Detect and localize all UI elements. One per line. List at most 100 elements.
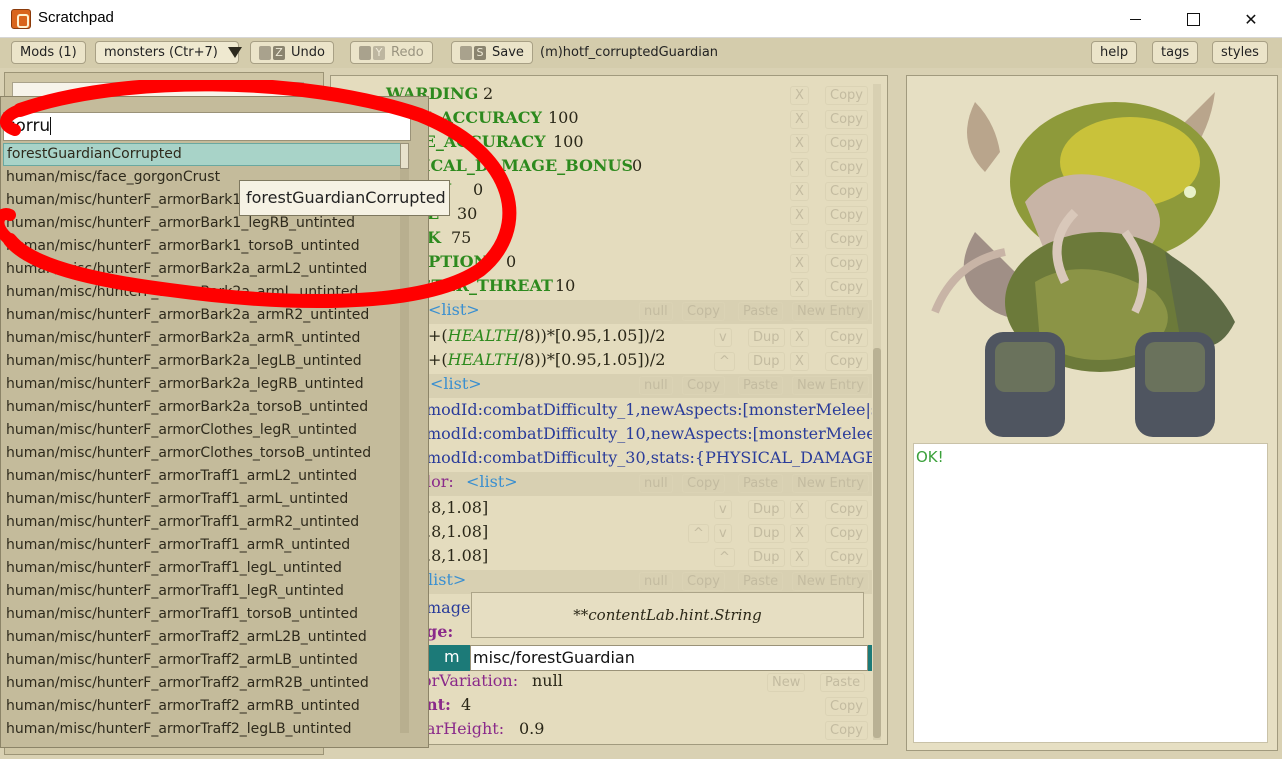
mod-text[interactable]: modId:combatDifficulty_10,newAspects:[mo… (426, 424, 872, 443)
copy-button[interactable]: Copy (682, 474, 725, 493)
entry-picker-item[interactable]: human/misc/hunterF_armorTraff2_armR2B_un… (3, 672, 401, 695)
color-value[interactable]: .8,1.08] (426, 498, 488, 517)
copy-button[interactable]: Copy (825, 524, 868, 543)
delete-button[interactable]: X (790, 254, 809, 273)
duplicate-button[interactable]: Dup (748, 352, 785, 371)
copy-button[interactable]: Copy (825, 86, 868, 105)
maximize-button[interactable] (1164, 0, 1222, 38)
stat-value[interactable]: 30 (457, 204, 477, 223)
copy-button[interactable]: Copy (682, 302, 725, 321)
copy-button[interactable]: Copy (825, 254, 868, 273)
redo-button[interactable]: Y Redo (350, 41, 433, 64)
move-up-button[interactable]: ^ (714, 548, 735, 567)
null-button[interactable]: null (639, 474, 673, 493)
entry-picker-item[interactable]: human/misc/hunterF_armorTraff1_armR2_unt… (3, 511, 401, 534)
new-button[interactable]: New (767, 673, 806, 692)
null-button[interactable]: null (639, 572, 673, 591)
delete-button[interactable]: X (790, 86, 809, 105)
entry-picker-item[interactable]: human/misc/hunterF_armorTraff1_legL_unti… (3, 557, 401, 580)
entry-picker-item[interactable]: human/misc/hunterF_armorBark1_torsoB_unt… (3, 235, 401, 258)
null-button[interactable]: null (639, 302, 673, 321)
stat-value[interactable]: 2 (483, 84, 493, 103)
copy-button[interactable]: Copy (825, 721, 868, 740)
stat-value[interactable]: 0 (506, 252, 516, 271)
stat-value[interactable]: 100 (548, 108, 579, 127)
copy-button[interactable]: Copy (825, 352, 868, 371)
entry-picker-list[interactable]: forestGuardianCorrupted human/misc/face_g… (3, 143, 401, 738)
copy-button[interactable]: Copy (825, 110, 868, 129)
copy-button[interactable]: Copy (825, 134, 868, 153)
null-button[interactable]: null (639, 376, 673, 395)
delete-button[interactable]: X (790, 548, 809, 567)
entry-picker-item[interactable]: human/misc/hunterF_armorTraff2_armL2B_un… (3, 626, 401, 649)
copy-button[interactable]: Copy (825, 328, 868, 347)
close-button[interactable]: ✕ (1222, 0, 1280, 38)
new-entry-button[interactable]: New Entry (792, 302, 870, 321)
editor-scrollbar-thumb[interactable] (873, 348, 881, 738)
entry-picker-item[interactable]: human/misc/hunterF_armorBark2a_armR_unti… (3, 327, 401, 350)
delete-button[interactable]: X (790, 352, 809, 371)
color-variation-value[interactable]: null (532, 671, 563, 690)
duplicate-button[interactable]: Dup (748, 328, 785, 347)
paste-button[interactable]: Paste (820, 673, 866, 692)
styles-button[interactable]: styles (1212, 41, 1268, 64)
entry-picker-item[interactable]: forestGuardianCorrupted (3, 143, 401, 166)
copy-button[interactable]: Copy (682, 376, 725, 395)
tags-button[interactable]: tags (1152, 41, 1199, 64)
duplicate-button[interactable]: Dup (748, 500, 785, 519)
stat-value[interactable]: 10 (555, 276, 575, 295)
stat-value[interactable]: 0 (632, 156, 642, 175)
entry-picker-search[interactable]: corru (3, 112, 411, 141)
copy-button[interactable]: Copy (825, 206, 868, 225)
paste-button[interactable]: Paste (738, 302, 784, 321)
entry-picker-scrollbar-thumb[interactable] (400, 143, 409, 169)
delete-button[interactable]: X (790, 230, 809, 249)
copy-button[interactable]: Copy (825, 182, 868, 201)
entry-picker-item[interactable]: human/misc/hunterF_armorBark2a_legRB_unt… (3, 373, 401, 396)
paste-button[interactable]: Paste (738, 474, 784, 493)
image-path-input[interactable]: misc/forestGuardian (470, 645, 868, 671)
entry-picker-item[interactable]: human/misc/hunterF_armorTraff1_torsoB_un… (3, 603, 401, 626)
delete-button[interactable]: X (790, 182, 809, 201)
delete-button[interactable]: X (790, 500, 809, 519)
delete-button[interactable]: X (790, 328, 809, 347)
copy-button[interactable]: Copy (825, 697, 868, 716)
move-down-button[interactable]: v (714, 524, 732, 543)
stat-value[interactable]: 75 (451, 228, 471, 247)
color-value[interactable]: .8,1.08] (426, 546, 488, 565)
entry-picker-item[interactable]: human/misc/hunterF_armorBark2a_armL_unti… (3, 281, 401, 304)
delete-button[interactable]: X (790, 134, 809, 153)
nt-value[interactable]: 4 (461, 695, 471, 714)
delete-button[interactable]: X (790, 524, 809, 543)
paste-button[interactable]: Paste (738, 572, 784, 591)
mod-text[interactable]: modId:combatDifficulty_1,newAspects:[mon… (426, 400, 872, 419)
copy-button[interactable]: Copy (825, 278, 868, 297)
entry-picker-item[interactable]: human/misc/hunterF_armorTraff1_armL_unti… (3, 488, 401, 511)
copy-button[interactable]: Copy (825, 548, 868, 567)
entry-picker-item[interactable]: human/misc/hunterF_armorTraff1_armR_unti… (3, 534, 401, 557)
new-entry-button[interactable]: New Entry (792, 474, 870, 493)
delete-button[interactable]: X (790, 278, 809, 297)
copy-button[interactable]: Copy (825, 158, 868, 177)
color-value[interactable]: .8,1.08] (426, 522, 488, 541)
move-up-button[interactable]: ^ (688, 524, 709, 543)
entry-picker-item[interactable]: human/misc/hunterF_armorClothes_legR_unt… (3, 419, 401, 442)
delete-button[interactable]: X (790, 206, 809, 225)
copy-button[interactable]: Copy (682, 572, 725, 591)
entry-picker-item[interactable]: human/misc/hunterF_armorClothes_torsoB_u… (3, 442, 401, 465)
minimize-button[interactable] (1106, 0, 1164, 38)
move-down-button[interactable]: v (714, 500, 732, 519)
formula-text[interactable]: +(HEALTH/8))*[0.95,1.05])/2 (428, 326, 665, 345)
entry-picker-item[interactable]: human/misc/hunterF_armorBark2a_armL2_unt… (3, 258, 401, 281)
delete-button[interactable]: X (790, 110, 809, 129)
new-entry-button[interactable]: New Entry (792, 376, 870, 395)
category-dropdown[interactable]: monsters (Ctr+7) (95, 41, 242, 64)
copy-button[interactable]: Copy (825, 500, 868, 519)
entry-picker-item[interactable]: human/misc/hunterF_armorTraff2_armRB_unt… (3, 695, 401, 718)
copy-button[interactable]: Copy (825, 230, 868, 249)
entry-picker-scrollbar[interactable] (400, 143, 409, 733)
entry-picker-item[interactable]: human/misc/hunterF_armorBark2a_torsoB_un… (3, 396, 401, 419)
stat-value[interactable]: 0 (473, 180, 483, 199)
paste-button[interactable]: Paste (738, 376, 784, 395)
mod-text[interactable]: modId:combatDifficulty_30,stats:{PHYSICA… (426, 448, 872, 467)
